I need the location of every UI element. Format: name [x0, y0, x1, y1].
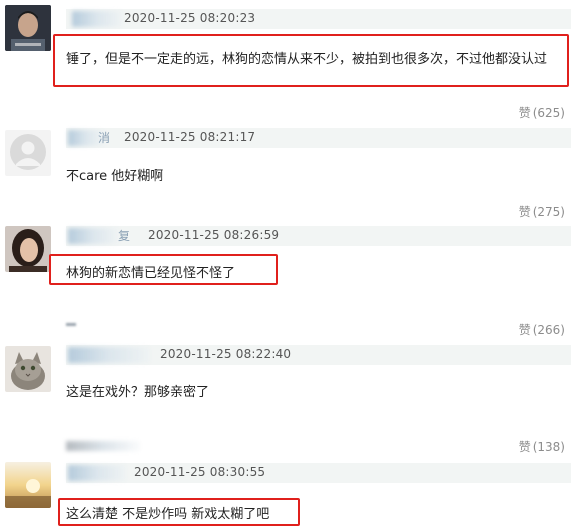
comment-meta: 复 2020-11-25 08:26:59 — [66, 226, 571, 246]
blurred-username — [66, 441, 140, 451]
comment-meta: 2020-11-25 08:30:55 — [66, 463, 571, 483]
comment-meta: 2020-11-25 08:20:23 — [66, 9, 571, 29]
avatar[interactable] — [5, 130, 51, 176]
avatar-man-icon — [5, 5, 51, 51]
comment-5: 2020-11-25 08:30:55 这么清楚 不是炒作吗 新戏太糊了吧 — [0, 455, 571, 528]
timestamp: 2020-11-25 08:22:40 — [160, 347, 292, 361]
like-count: (275) — [532, 205, 565, 219]
like-button[interactable]: 赞 (138) — [519, 438, 565, 455]
like-label: 赞 — [518, 205, 531, 219]
username-link[interactable] — [68, 465, 126, 481]
comment-text: 林狗的新恋情已经见怪不怪了 — [66, 266, 236, 281]
like-count: (266) — [532, 323, 565, 337]
like-label: 赞 — [518, 106, 531, 120]
avatar[interactable] — [5, 226, 51, 272]
like-button[interactable]: 赞 (266) — [519, 321, 565, 338]
like-count: (625) — [532, 106, 565, 120]
avatar-sunset-icon — [5, 462, 51, 508]
like-count: (138) — [532, 440, 565, 454]
avatar[interactable] — [5, 346, 51, 392]
timestamp: 2020-11-25 08:26:59 — [148, 228, 280, 242]
comment-3: 复 2020-11-25 08:26:59 林狗的新恋情已经见怪不怪了 赞 (26… — [0, 220, 571, 340]
comment-text: 锤了，但是不一定走的远，林狗的恋情从来不少，被拍到也很多次，不过他都没认过 — [66, 52, 548, 67]
comment-text: 这么清楚 不是炒作吗 新戏太糊了吧 — [66, 507, 270, 522]
username-tail[interactable]: 复 — [118, 227, 130, 244]
username-link[interactable] — [68, 347, 150, 363]
timestamp: 2020-11-25 08:20:23 — [124, 11, 256, 25]
comment-text: 这是在戏外？那够亲密了 — [66, 385, 210, 400]
avatar[interactable] — [5, 462, 51, 508]
like-label: 赞 — [518, 323, 531, 337]
like-button[interactable]: 赞 (625) — [519, 104, 565, 121]
comment-meta: 2020-11-25 08:22:40 — [66, 345, 571, 365]
comment-1: 2020-11-25 08:20:23 锤了，但是不一定走的远，林狗的恋情从来不… — [0, 0, 571, 120]
like-label: 赞 — [518, 440, 531, 454]
timestamp: 2020-11-25 08:30:55 — [134, 465, 266, 479]
username-link[interactable] — [68, 228, 118, 244]
username-tail[interactable]: 消 — [98, 129, 110, 146]
comment-4: 2020-11-25 08:22:40 这是在戏外？那够亲密了 赞 (138) — [0, 340, 571, 454]
avatar-cat-icon — [5, 346, 51, 392]
username-link[interactable] — [72, 11, 122, 27]
comment-text: 不care 他好糊啊 — [66, 169, 164, 184]
avatar-woman-icon — [5, 226, 51, 272]
comment-2: 消 2020-11-25 08:21:17 不care 他好糊啊 赞 (275) — [0, 120, 571, 220]
like-button[interactable]: 赞 (275) — [519, 203, 565, 220]
avatar-default-icon — [5, 130, 51, 176]
blurred-username — [66, 323, 76, 326]
avatar[interactable] — [5, 5, 51, 51]
comment-meta: 消 2020-11-25 08:21:17 — [66, 128, 571, 148]
timestamp: 2020-11-25 08:21:17 — [124, 130, 256, 144]
